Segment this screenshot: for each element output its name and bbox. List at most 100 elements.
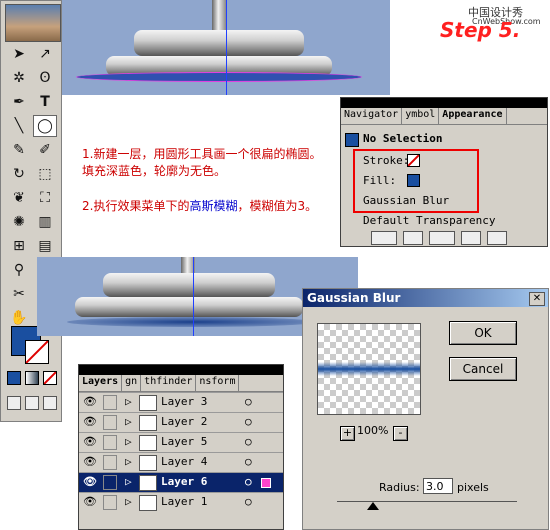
lock-toggle[interactable] (103, 395, 117, 410)
scissors-tool-icon[interactable]: ✂ (7, 283, 31, 305)
layer-name: Layer 1 (161, 495, 208, 508)
gradient-mode-button[interactable] (25, 371, 39, 385)
close-icon[interactable]: ✕ (529, 292, 545, 306)
expand-arrow-icon[interactable]: ▷ (125, 495, 132, 510)
eyedropper-tool-icon[interactable]: ⚲ (7, 259, 31, 281)
selection-tool-icon[interactable]: ➤ (7, 43, 31, 65)
tab-layers[interactable]: Layers (79, 375, 123, 391)
tab-transform[interactable]: nsform (196, 375, 240, 391)
clear-button[interactable] (403, 231, 423, 245)
effect-item[interactable]: Gaussian Blur (363, 194, 449, 207)
instruction-text: 2.执行效果菜单下的 (82, 199, 190, 213)
preview-blur (318, 362, 420, 376)
layer-thumbnail (139, 475, 157, 491)
expand-arrow-icon[interactable]: ▷ (125, 435, 132, 450)
direct-selection-tool-icon[interactable]: ↗ (33, 43, 57, 65)
scale-tool-icon[interactable]: ⬚ (33, 163, 57, 185)
visibility-icon[interactable]: 👁 (83, 395, 97, 410)
line-tool-icon[interactable]: ╲ (7, 115, 31, 137)
layer-thumbnail (139, 455, 157, 471)
zoom-in-button[interactable]: + (340, 426, 355, 441)
screen-mode-button[interactable] (7, 396, 21, 410)
type-tool-icon[interactable]: T (33, 91, 57, 113)
rotate-tool-icon[interactable]: ↻ (7, 163, 31, 185)
free-transform-tool-icon[interactable]: ⛶ (33, 187, 57, 209)
visibility-icon[interactable]: 👁 (83, 495, 97, 510)
none-mode-button[interactable] (43, 371, 57, 385)
radius-input[interactable]: 3.0 (423, 478, 453, 494)
expand-arrow-icon[interactable]: ▷ (125, 475, 132, 490)
layer-row[interactable]: 👁 ▷ Layer 4 ○ (79, 452, 283, 472)
pencil-tool-icon[interactable]: ✐ (33, 139, 57, 161)
screen-mode-button[interactable] (43, 396, 57, 410)
visibility-icon[interactable]: 👁 (83, 435, 97, 450)
instruction-step1: 1.新建一层，用圆形工具画一个很扁的椭圆。填充深蓝色，轮廓为无色。 (82, 147, 322, 178)
symbol-sprayer-tool-icon[interactable]: ✺ (7, 211, 31, 233)
screen-mode-button[interactable] (25, 396, 39, 410)
magic-wand-tool-icon[interactable]: ✲ (7, 67, 31, 89)
tab-align[interactable]: gn (122, 375, 142, 391)
fill-swatch[interactable] (407, 174, 420, 187)
stroke-swatch[interactable] (407, 154, 420, 167)
visibility-icon[interactable]: 👁 (83, 455, 97, 470)
palette-titlebar[interactable] (341, 98, 547, 108)
guide-line (193, 257, 194, 336)
radius-slider[interactable] (337, 501, 517, 502)
cancel-button[interactable]: Cancel (449, 357, 517, 381)
disk-shape (75, 297, 303, 317)
stroke-swatch[interactable] (25, 340, 49, 364)
tab-symbol[interactable]: ymbol (402, 108, 440, 124)
mesh-tool-icon[interactable]: ⊞ (7, 235, 31, 257)
lock-toggle[interactable] (103, 435, 117, 450)
delete-button[interactable] (487, 231, 507, 245)
lock-toggle[interactable] (103, 495, 117, 510)
layer-thumbnail (139, 395, 157, 411)
palette-titlebar[interactable] (79, 365, 283, 375)
expand-arrow-icon[interactable]: ▷ (125, 415, 132, 430)
tab-appearance[interactable]: Appearance (439, 108, 507, 124)
expand-arrow-icon[interactable]: ▷ (125, 455, 132, 470)
reduce-button[interactable] (429, 231, 455, 245)
zoom-out-button[interactable]: - (393, 426, 408, 441)
target-icon[interactable]: ○ (245, 415, 252, 430)
layer-row[interactable]: 👁 ▷ Layer 5 ○ (79, 432, 283, 452)
lock-toggle[interactable] (103, 475, 117, 490)
visibility-icon[interactable]: 👁 (83, 475, 97, 490)
transparency-item[interactable]: Default Transparency (363, 214, 495, 227)
paintbrush-tool-icon[interactable]: ✎ (7, 139, 31, 161)
lock-toggle[interactable] (103, 455, 117, 470)
layer-row[interactable]: 👁 ▷ Layer 1 ○ (79, 492, 283, 512)
lasso-tool-icon[interactable]: ʘ (33, 67, 57, 89)
layer-row[interactable]: 👁 ▷ Layer 2 ○ (79, 412, 283, 432)
duplicate-button[interactable] (461, 231, 481, 245)
tab-navigator[interactable]: Navigator (341, 108, 403, 124)
target-icon[interactable]: ○ (245, 435, 252, 450)
target-icon[interactable]: ○ (245, 495, 252, 510)
instruction-highlight: 高斯模糊 (189, 199, 238, 213)
target-icon[interactable]: ○ (245, 455, 252, 470)
none-icon (26, 341, 48, 363)
ellipse-tool-icon[interactable]: ◯ (33, 115, 57, 137)
none-icon (43, 371, 57, 385)
target-icon[interactable]: ○ (245, 475, 252, 490)
ok-button[interactable]: OK (449, 321, 517, 345)
visibility-icon[interactable]: 👁 (83, 415, 97, 430)
layer-row[interactable]: 👁 ▷ Layer 6 ○ (79, 472, 283, 492)
graph-tool-icon[interactable]: ▥ (33, 211, 57, 233)
target-icon[interactable]: ○ (245, 395, 252, 410)
disk-shape (103, 273, 275, 297)
selection-indicator (261, 478, 271, 488)
pen-tool-icon[interactable]: ✒ (7, 91, 31, 113)
tab-pathfinder[interactable]: thfinder (141, 375, 197, 391)
zoom-level: 100% (357, 424, 389, 437)
lock-toggle[interactable] (103, 415, 117, 430)
ellipse-shape (76, 72, 362, 82)
gradient-tool-icon[interactable]: ▤ (33, 235, 57, 257)
new-art-button[interactable] (371, 231, 397, 245)
layer-row[interactable]: 👁 ▷ Layer 3 ○ (79, 392, 283, 412)
expand-arrow-icon[interactable]: ▷ (125, 395, 132, 410)
preview-area[interactable] (317, 323, 421, 415)
warp-tool-icon[interactable]: ❦ (7, 187, 31, 209)
color-mode-button[interactable] (7, 371, 21, 385)
slider-thumb[interactable] (367, 502, 379, 510)
